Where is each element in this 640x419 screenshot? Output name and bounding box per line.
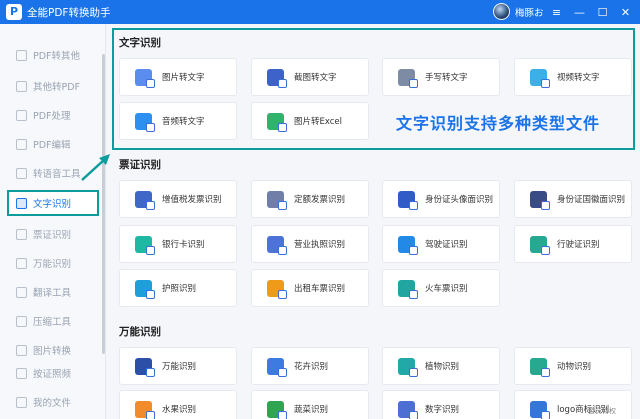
- annotation-arrow-icon: [81, 154, 110, 181]
